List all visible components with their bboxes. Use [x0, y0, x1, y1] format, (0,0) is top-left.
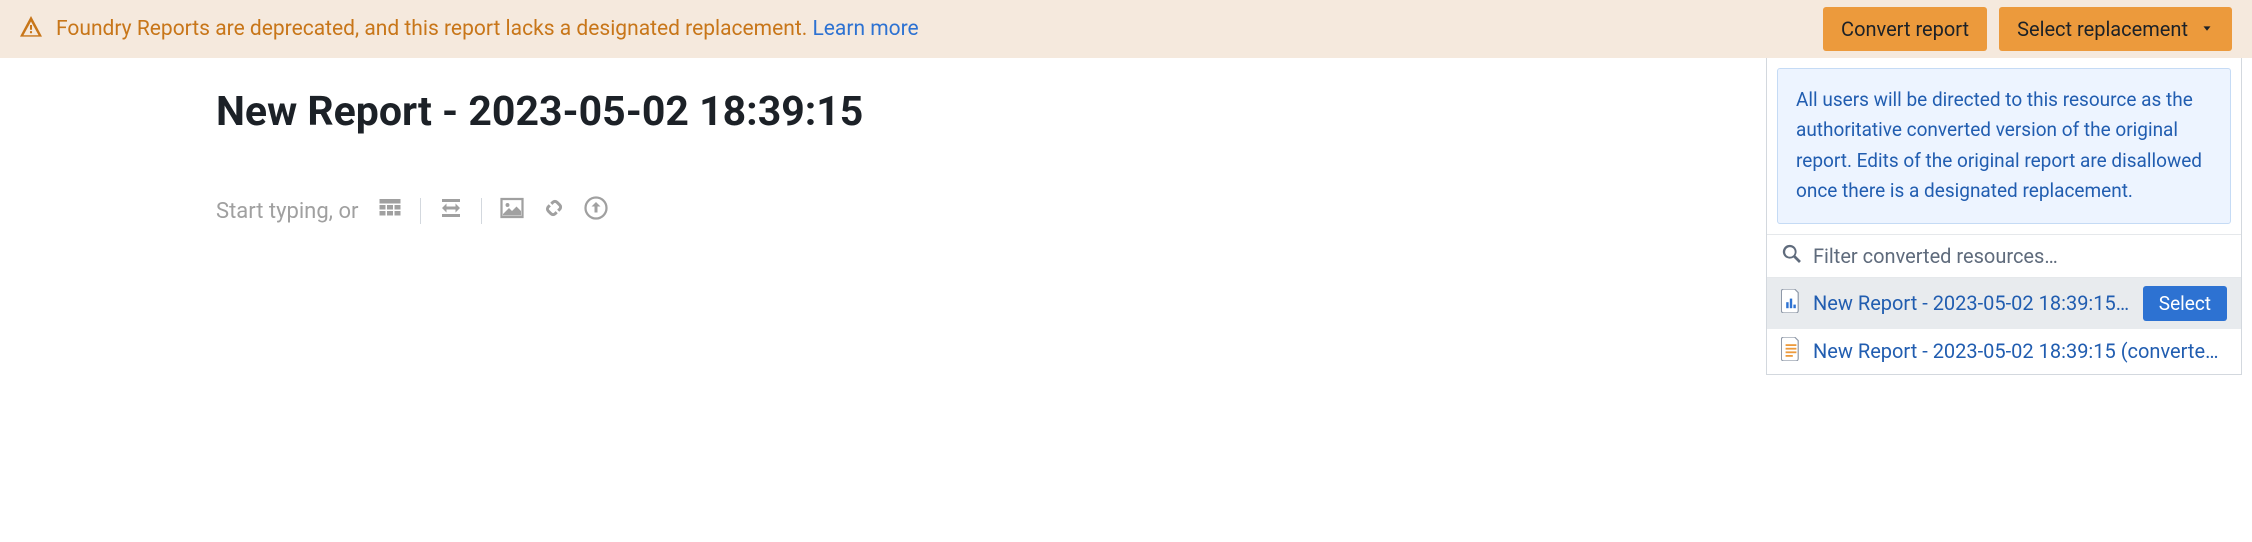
convert-report-button[interactable]: Convert report [1823, 7, 1987, 51]
filter-input[interactable] [1813, 244, 2227, 268]
banner-content: Foundry Reports are deprecated, and this… [20, 16, 1807, 42]
info-box: All users will be directed to this resou… [1777, 68, 2231, 224]
result-label: New Report - 2023-05-02 18:39:15 (conver… [1813, 291, 2131, 315]
result-label: New Report - 2023-05-02 18:39:15 (conver… [1813, 339, 2227, 363]
upload-icon[interactable] [584, 196, 608, 226]
banner-actions: Convert report Select replacement [1823, 7, 2232, 51]
learn-more-link[interactable]: Learn more [812, 17, 918, 41]
divider [420, 198, 421, 224]
prompt-text: Start typing, or [216, 199, 358, 224]
select-button[interactable]: Select [2143, 286, 2227, 321]
deprecation-banner: Foundry Reports are deprecated, and this… [0, 0, 2252, 58]
editor-area: New Report - 2023-05-02 18:39:15 Start t… [0, 58, 1766, 226]
chart-document-icon [1781, 289, 1801, 318]
banner-message: Foundry Reports are deprecated, and this… [56, 17, 919, 41]
widget-icon[interactable] [439, 196, 463, 226]
result-item[interactable]: New Report - 2023-05-02 18:39:15 (conver… [1767, 329, 2241, 374]
image-icon[interactable] [500, 196, 524, 226]
replacement-dropdown-panel: All users will be directed to this resou… [1766, 58, 2242, 375]
result-item[interactable]: New Report - 2023-05-02 18:39:15 (conver… [1767, 278, 2241, 329]
select-replacement-label: Select replacement [2017, 17, 2188, 41]
caret-down-icon [2200, 17, 2214, 41]
warning-icon [20, 16, 42, 42]
editor-prompt: Start typing, or [216, 196, 1766, 226]
search-row [1767, 234, 2241, 278]
link-icon[interactable] [542, 196, 566, 226]
result-list: New Report - 2023-05-02 18:39:15 (conver… [1767, 278, 2241, 374]
banner-text-content: Foundry Reports are deprecated, and this… [56, 17, 812, 41]
main-area: New Report - 2023-05-02 18:39:15 Start t… [0, 58, 2252, 375]
select-replacement-button[interactable]: Select replacement [1999, 7, 2232, 51]
text-document-icon [1781, 337, 1801, 366]
divider [481, 198, 482, 224]
page-title: New Report - 2023-05-02 18:39:15 [216, 88, 1766, 136]
table-icon[interactable] [378, 196, 402, 226]
search-icon [1781, 243, 1803, 269]
editor-toolbar [378, 196, 608, 226]
